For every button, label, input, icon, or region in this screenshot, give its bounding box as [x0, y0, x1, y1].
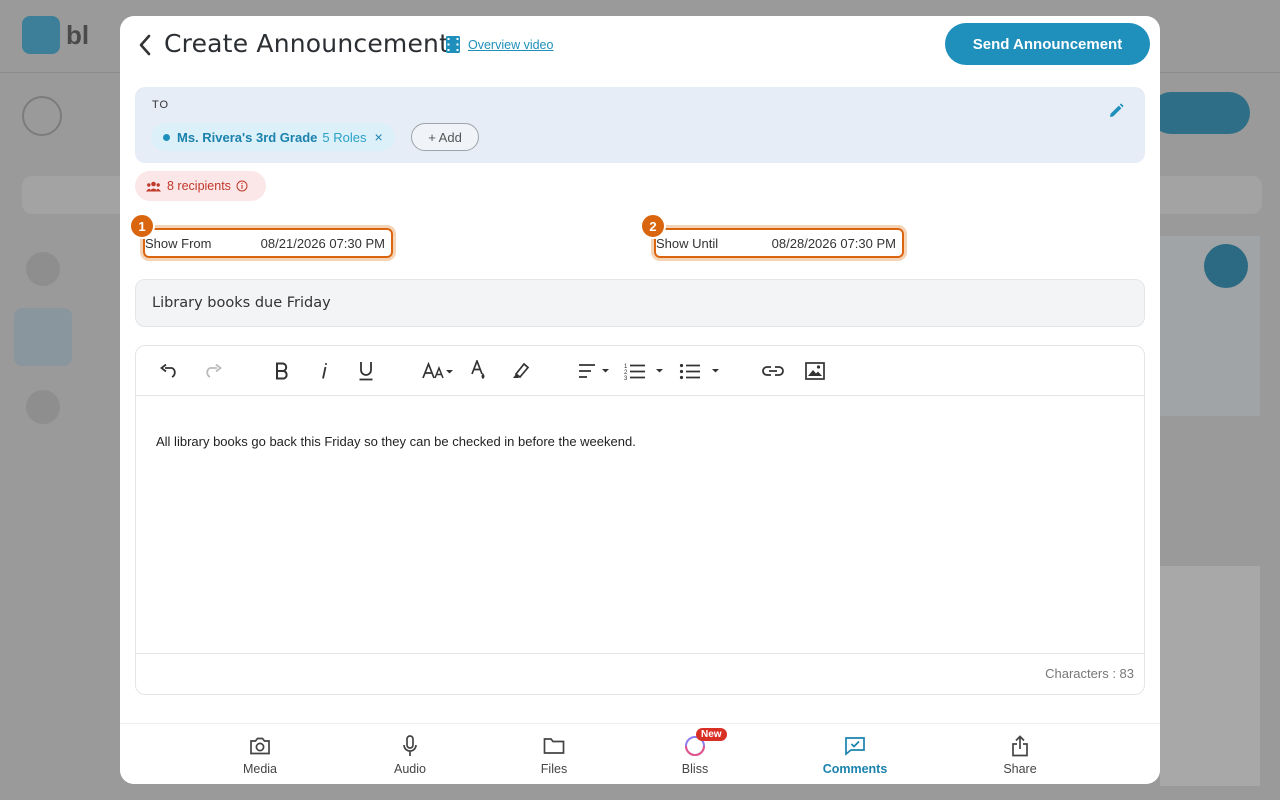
show-from-value: 08/21/2026 07:30 PM [260, 235, 385, 251]
camera-icon [250, 737, 270, 755]
share-button[interactable]: Share [965, 724, 1075, 784]
link-button[interactable] [760, 359, 786, 383]
background-avatar [22, 96, 62, 136]
comments-label: Comments [822, 762, 888, 776]
info-icon [236, 180, 248, 192]
character-count: Characters : 83 [1045, 666, 1134, 681]
numbered-list-button[interactable]: 1 2 3 [622, 359, 668, 383]
chip-roles: 5 Roles [322, 129, 367, 145]
highlight-icon [513, 362, 530, 379]
audio-label: Audio [394, 762, 426, 776]
align-icon [579, 364, 609, 378]
show-until-label: Show Until [656, 235, 719, 251]
comments-button[interactable]: Comments [800, 724, 910, 784]
undo-icon [160, 364, 176, 378]
font-size-button[interactable] [420, 359, 456, 383]
link-icon [762, 366, 784, 376]
background-logo-icon [22, 16, 60, 54]
files-button[interactable]: Files [499, 724, 609, 784]
redo-button[interactable] [200, 359, 224, 383]
chip-dot [163, 134, 170, 141]
overview-video-link[interactable]: Overview video [468, 38, 553, 52]
pencil-icon[interactable] [1107, 102, 1125, 120]
background-card [1160, 566, 1260, 786]
undo-button[interactable] [158, 359, 182, 383]
microphone-icon [403, 735, 417, 756]
bullet-list-icon [679, 363, 719, 380]
redo-icon [206, 364, 222, 378]
underline-button[interactable] [354, 359, 378, 383]
background-button [1150, 92, 1250, 134]
show-from-field[interactable]: Show From 08/21/2026 07:30 PM [143, 228, 393, 258]
files-label: Files [540, 762, 568, 776]
background-fab [1204, 244, 1248, 288]
to-label: TO [152, 99, 170, 111]
background-sidebar-item [26, 390, 60, 424]
highlight-button[interactable] [510, 359, 532, 383]
page-title: Create Announcement [164, 29, 450, 58]
bold-icon [276, 362, 288, 380]
italic-button[interactable] [312, 359, 336, 383]
step-badge-2: 2 [640, 213, 666, 239]
send-announcement-button[interactable]: Send Announcement [945, 23, 1150, 65]
align-button[interactable] [576, 359, 612, 383]
to-section: TO Ms. Rivera's 3rd Grade 5 Roles × + Ad… [135, 87, 1145, 163]
text-color-icon [471, 360, 485, 379]
add-recipient-button[interactable]: + Add [411, 123, 479, 151]
bliss-label: Bliss [681, 762, 709, 776]
background-sidebar-item [26, 252, 60, 286]
background-sidebar-active [14, 308, 72, 366]
svg-text:3: 3 [624, 376, 628, 380]
show-from-label: Show From [145, 235, 212, 251]
subject-input[interactable]: Library books due Friday [135, 279, 1145, 327]
share-icon [1012, 735, 1028, 757]
chevron-left-icon [139, 34, 151, 56]
show-until-value: 08/28/2026 07:30 PM [771, 235, 896, 251]
step-badge-1: 1 [129, 213, 155, 239]
subject-value: Library books due Friday [152, 295, 331, 311]
bullet-list-button[interactable] [678, 359, 724, 383]
background-logo-text: bl [66, 20, 90, 50]
new-badge: New [696, 728, 727, 741]
folder-icon [543, 738, 565, 754]
show-until-field[interactable]: Show Until 08/28/2026 07:30 PM [654, 228, 904, 258]
editor-footer: Characters : 83 [136, 653, 1144, 694]
media-label: Media [242, 762, 278, 776]
bottom-action-bar: Media Audio Files Bliss New Comments Sha… [120, 723, 1160, 784]
bold-button[interactable] [270, 359, 294, 383]
chip-close-icon[interactable]: × [374, 129, 382, 145]
media-button[interactable]: Media [205, 724, 315, 784]
font-size-icon [422, 362, 453, 379]
rich-text-editor: 1 2 3 All library books go back this Fri… [135, 345, 1145, 695]
chip-group-name: Ms. Rivera's 3rd Grade [177, 129, 318, 145]
image-button[interactable] [802, 359, 828, 383]
italic-icon [322, 363, 327, 379]
editor-body-text[interactable]: All library books go back this Friday so… [156, 434, 636, 449]
recipients-count: 8 recipients [167, 179, 231, 193]
create-announcement-modal: Create Announcement Overview video Send … [120, 16, 1160, 784]
numbered-list-icon: 1 2 3 [624, 364, 663, 380]
film-icon [446, 36, 460, 53]
share-label: Share [1003, 762, 1037, 776]
text-color-button[interactable] [468, 359, 490, 383]
image-icon [805, 362, 825, 380]
audio-button[interactable]: Audio [355, 724, 465, 784]
back-button[interactable] [130, 30, 160, 60]
recipients-badge[interactable]: 8 recipients [135, 171, 266, 201]
underline-icon [359, 362, 373, 381]
editor-toolbar: 1 2 3 [136, 346, 1144, 396]
recipient-chip[interactable]: Ms. Rivera's 3rd Grade 5 Roles × [151, 123, 395, 151]
bliss-button[interactable]: Bliss New [640, 724, 750, 784]
group-icon [146, 181, 161, 191]
comment-check-icon [845, 737, 865, 756]
